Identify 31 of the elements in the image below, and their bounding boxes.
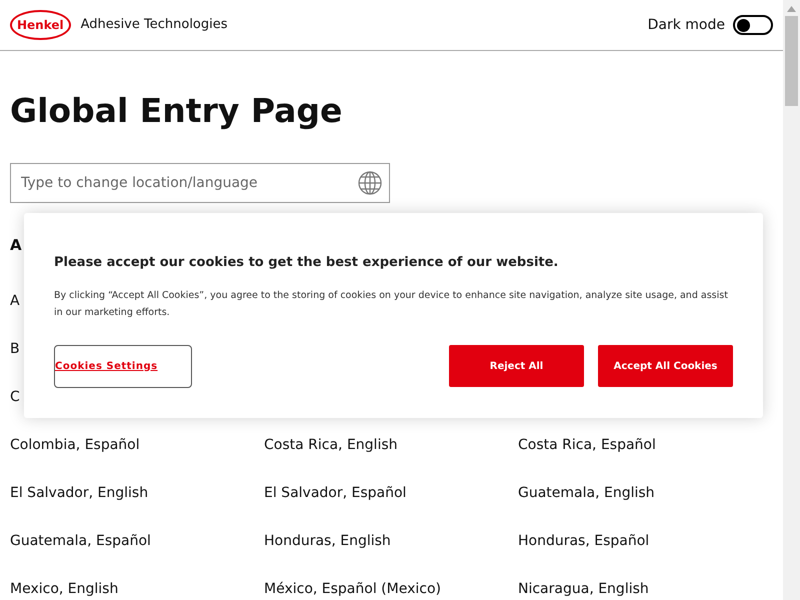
dark-mode-label: Dark mode xyxy=(648,16,725,34)
henkel-logo[interactable]: Henkel xyxy=(10,10,71,40)
country-link[interactable]: El Salvador, Español xyxy=(264,482,518,504)
country-link[interactable]: Costa Rica, English xyxy=(264,434,518,456)
scroll-up-icon[interactable] xyxy=(787,6,796,12)
country-link[interactable]: B xyxy=(10,338,20,360)
page-title: Global Entry Page xyxy=(10,90,344,132)
country-link[interactable]: Honduras, English xyxy=(264,530,518,552)
reject-all-button[interactable]: Reject All xyxy=(449,345,584,387)
country-link[interactable]: Mexico, English xyxy=(10,578,264,600)
country-link[interactable]: Guatemala, Español xyxy=(10,530,264,552)
country-link[interactable]: Costa Rica, Español xyxy=(518,434,773,456)
country-link[interactable]: Guatemala, English xyxy=(518,482,773,504)
country-link[interactable]: C xyxy=(10,386,20,408)
cookie-text: By clicking “Accept All Cookies”, you agree to the storing of cookies on your device to enhance site navigation, analyze site usage, and assist in our marketing efforts. xyxy=(54,288,729,320)
accept-all-button[interactable]: Accept All Cookies xyxy=(598,345,733,387)
country-link[interactable]: México, Español (Mexico) xyxy=(264,578,518,600)
cookies-settings-button[interactable]: Cookies Settings xyxy=(54,344,192,388)
country-link[interactable]: Honduras, Español xyxy=(518,530,773,552)
globe-icon xyxy=(358,171,382,195)
search-field[interactable]: Type to change location/language xyxy=(10,163,390,203)
country-link[interactable]: Colombia, Español xyxy=(10,434,264,456)
scrollbar-thumb[interactable] xyxy=(785,16,798,106)
brand-name: Adhesive Technologies xyxy=(80,16,228,34)
cookie-title: Please accept our cookies to get the best experience of our website. xyxy=(54,254,560,272)
country-link[interactable]: A xyxy=(10,290,20,312)
country-link[interactable]: Nicaragua, English xyxy=(518,578,773,600)
section-heading: A xyxy=(10,235,22,256)
scrollbar[interactable] xyxy=(783,0,800,600)
country-link[interactable]: El Salvador, English xyxy=(10,482,264,504)
dark-mode-toggle[interactable] xyxy=(733,15,773,35)
